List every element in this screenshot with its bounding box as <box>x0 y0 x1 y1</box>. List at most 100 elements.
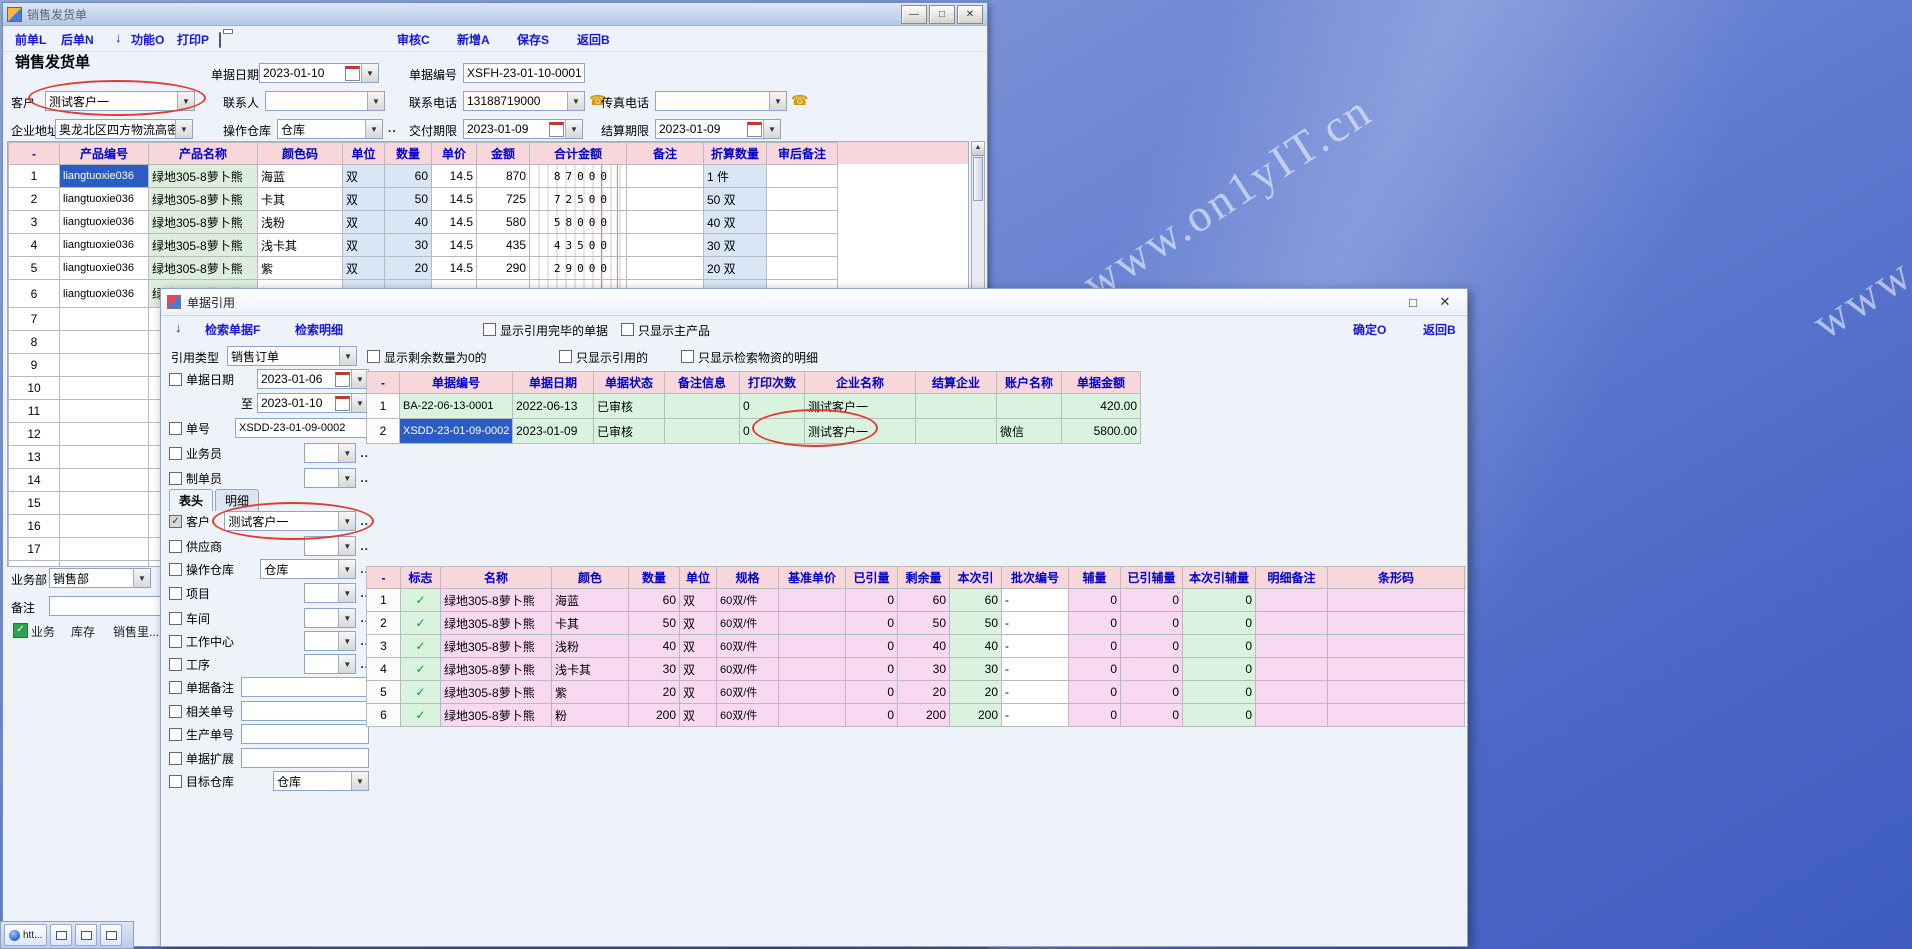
cell[interactable]: 0 <box>1183 612 1256 635</box>
cell[interactable]: 580 <box>477 211 530 234</box>
cell[interactable]: 0 <box>846 635 898 658</box>
cell[interactable]: 双 <box>680 681 717 704</box>
cell[interactable] <box>60 538 149 561</box>
cell[interactable] <box>60 331 149 354</box>
column-header[interactable]: 结算企业 <box>916 372 997 394</box>
cell[interactable]: 4 <box>9 234 60 257</box>
project-combo[interactable]: ▼ <box>304 583 356 603</box>
cell[interactable] <box>60 308 149 331</box>
next-doc-button[interactable]: 后单N <box>61 31 94 48</box>
cell[interactable] <box>1256 589 1328 612</box>
cell[interactable] <box>627 165 704 188</box>
fax-combo[interactable]: ▼ <box>655 91 787 111</box>
cell[interactable] <box>60 423 149 446</box>
table-row[interactable]: 5liangtuoxie036绿地305-8萝卜熊紫双2014.52902900… <box>9 257 838 280</box>
cell[interactable] <box>627 257 704 280</box>
maximize-button[interactable]: □ <box>929 5 955 24</box>
cell[interactable]: 双 <box>343 188 385 211</box>
cell[interactable]: 0 <box>1121 658 1183 681</box>
cell[interactable]: 双 <box>680 612 717 635</box>
cell[interactable] <box>1256 635 1328 658</box>
cell[interactable] <box>767 211 838 234</box>
related-input[interactable] <box>241 701 369 721</box>
ext-input[interactable] <box>241 748 369 768</box>
deliver-date-combo[interactable]: 2023-01-09 ▼ <box>463 119 583 139</box>
cell[interactable]: 435 <box>477 234 530 257</box>
cell[interactable]: 0 <box>1121 681 1183 704</box>
column-header[interactable]: - <box>367 567 401 589</box>
dropdown-button[interactable]: ▼ <box>338 632 355 650</box>
cell[interactable]: 0 <box>1183 704 1256 727</box>
process-checkbox[interactable] <box>169 658 182 671</box>
column-header[interactable]: 数量 <box>629 567 680 589</box>
taskbar-button[interactable] <box>75 924 97 946</box>
column-header[interactable]: 产品编号 <box>60 143 149 165</box>
maker-checkbox[interactable] <box>169 472 182 485</box>
cell[interactable]: 20 <box>385 257 432 280</box>
dropdown-button[interactable]: ▼ <box>365 120 382 138</box>
prodno-input[interactable] <box>241 724 369 744</box>
table-row[interactable]: 3✓绿地305-8萝卜熊浅粉40双60双/件04040-000- <box>367 635 1467 658</box>
taskbar-browser-item[interactable]: htt... <box>4 924 47 946</box>
cell[interactable]: 紫 <box>552 681 629 704</box>
dropdown-button[interactable]: ▼ <box>338 512 355 530</box>
column-header[interactable]: 规格 <box>717 567 779 589</box>
column-header[interactable]: 单据日期 <box>513 372 594 394</box>
cell[interactable]: 420.00 <box>1062 394 1141 419</box>
cell[interactable]: ✓ <box>401 681 441 704</box>
cell[interactable]: 0 <box>1069 635 1121 658</box>
column-header[interactable]: 合计金额 <box>530 143 627 165</box>
dialog-titlebar[interactable]: 单据引用 □ ✕ <box>161 289 1467 316</box>
column-header[interactable]: 单据状态 <box>594 372 665 394</box>
warehouse-combo[interactable]: 仓库 ▼ <box>277 119 383 139</box>
cell[interactable]: 7 <box>9 308 60 331</box>
cell[interactable]: 9 <box>9 354 60 377</box>
detail-only-checkbox[interactable] <box>681 350 694 363</box>
cell[interactable] <box>779 635 846 658</box>
customer-combo[interactable]: 测试客户一 ▼ <box>224 511 356 531</box>
dropdown-button[interactable]: ▼ <box>567 92 584 110</box>
column-header[interactable]: 单价 <box>432 143 477 165</box>
cell[interactable]: 2 <box>367 419 400 444</box>
cell[interactable] <box>1256 681 1328 704</box>
cell[interactable]: 1 <box>367 589 401 612</box>
docnote-checkbox[interactable] <box>169 681 182 694</box>
cell[interactable]: 浅粉 <box>552 635 629 658</box>
cell[interactable] <box>1328 704 1465 727</box>
cell[interactable]: 测试客户一 <box>805 394 916 419</box>
detail-table[interactable]: -标志名称颜色数量单位规格基准单价已引量剩余量本次引批次编号辅量已引辅量本次引辅… <box>366 566 1466 727</box>
cell[interactable] <box>60 377 149 400</box>
cell[interactable]: 绿地305-8萝卜熊 <box>441 704 552 727</box>
zero-qty-checkbox[interactable] <box>367 350 380 363</box>
cell[interactable]: - <box>1002 658 1069 681</box>
cell[interactable] <box>60 469 149 492</box>
cell[interactable]: 1 <box>9 165 60 188</box>
tab-detail[interactable]: 明细 <box>215 489 259 511</box>
column-header[interactable]: 账户名称 <box>997 372 1062 394</box>
ref-only-checkbox[interactable] <box>559 350 572 363</box>
project-checkbox[interactable] <box>169 587 182 600</box>
browse-button[interactable]: .. <box>360 446 369 460</box>
cell[interactable]: ✓ <box>401 704 441 727</box>
table-row[interactable]: 6✓绿地305-8萝卜熊粉200双60双/件0200200-000- <box>367 704 1467 727</box>
column-header[interactable]: 库位 <box>1465 567 1467 589</box>
cell[interactable]: 87000 <box>530 165 627 188</box>
cell[interactable]: 14.5 <box>432 165 477 188</box>
column-header[interactable]: 已引辅量 <box>1121 567 1183 589</box>
cell[interactable]: 浅粉 <box>258 211 343 234</box>
dropdown-button[interactable]: ▼ <box>338 537 355 555</box>
cell[interactable]: 双 <box>343 211 385 234</box>
docno-checkbox[interactable] <box>169 422 182 435</box>
cell[interactable] <box>916 419 997 444</box>
cell[interactable] <box>1256 704 1328 727</box>
cell[interactable]: 60双/件 <box>717 612 779 635</box>
browse-button[interactable]: .. <box>360 514 369 528</box>
cell[interactable]: 2023-01-09 <box>513 419 594 444</box>
cell[interactable]: 12 <box>9 423 60 446</box>
column-header[interactable]: 基准单价 <box>779 567 846 589</box>
cell[interactable]: 绿地305-8萝卜熊 <box>149 257 258 280</box>
column-header[interactable]: 颜色码 <box>258 143 343 165</box>
cell[interactable]: 海蓝 <box>258 165 343 188</box>
cell[interactable]: 60 <box>629 589 680 612</box>
cell[interactable] <box>60 400 149 423</box>
